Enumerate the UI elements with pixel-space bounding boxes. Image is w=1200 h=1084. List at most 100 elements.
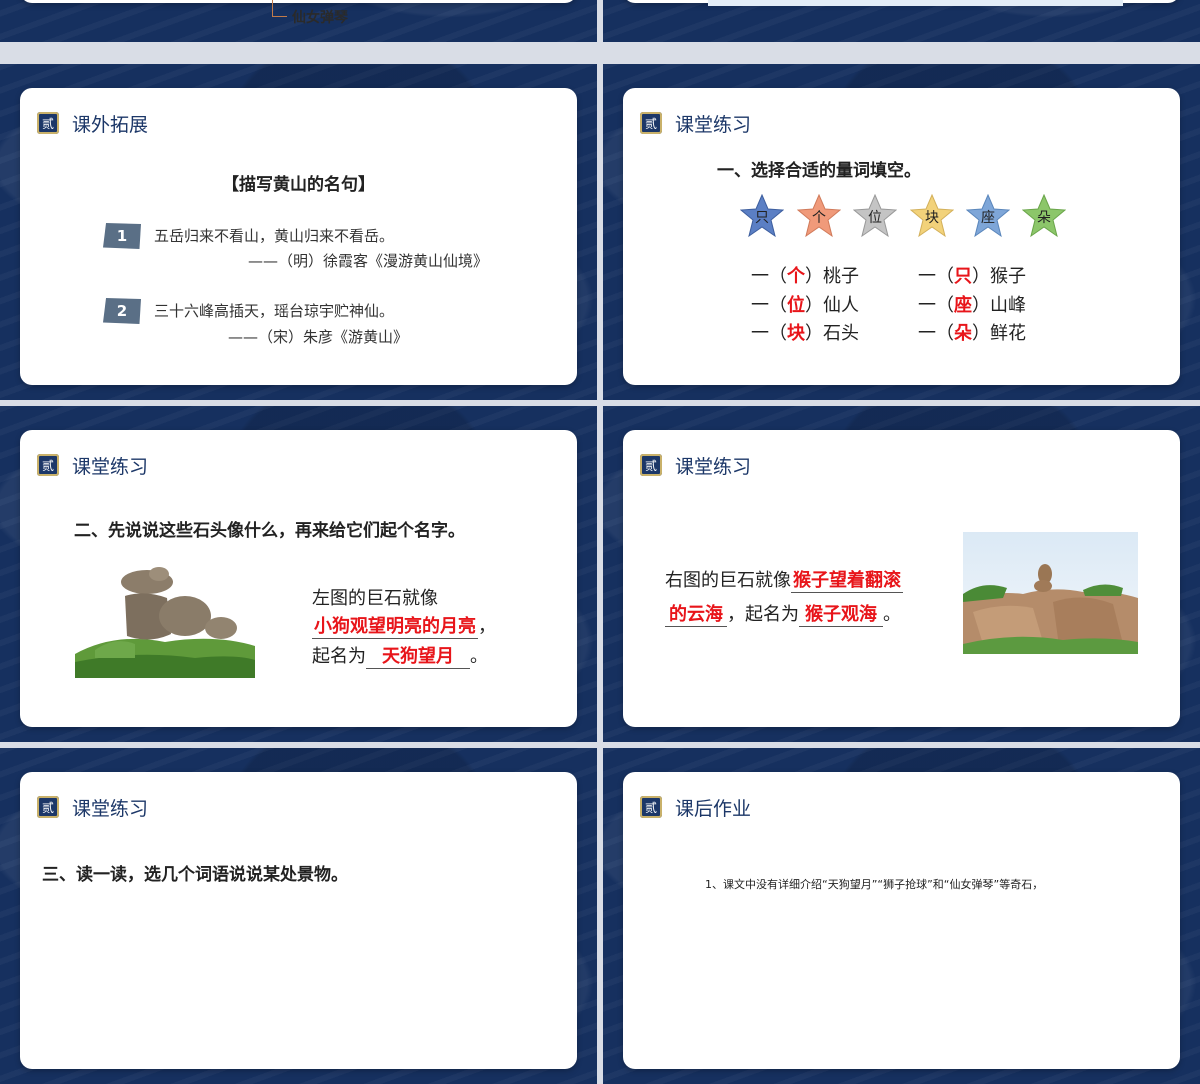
slide-header: 贰 课外拓展 bbox=[37, 110, 148, 136]
answer-row-3b: 一（朵）鲜花 bbox=[918, 319, 1026, 345]
punctuation: 。 bbox=[883, 604, 901, 625]
row-prefix: 一（ bbox=[751, 295, 787, 316]
answer-row-2b: 一（座）山峰 bbox=[918, 291, 1026, 317]
exercise-question: 一、选择合适的量词填空。 bbox=[717, 161, 921, 181]
slide-thumb-6[interactable]: 贰 课堂练习 右图的巨石就像 猴子望着翻滚 的云海 ，起名为 猴子观海。 bbox=[603, 406, 1200, 742]
answer-line-1: 小狗观望明亮的月亮， bbox=[312, 612, 496, 639]
slide-title: 课堂练习 bbox=[675, 455, 752, 478]
answer-word: 座 bbox=[954, 295, 972, 316]
slide-thumb-4[interactable]: 贰 课堂练习 一、选择合适的量词填空。 只 个 位 块 座 朵 一（个）桃子 一… bbox=[603, 64, 1200, 400]
answer-row-2: 一（位）仙人 bbox=[751, 291, 859, 317]
name-label: 起名为 bbox=[312, 646, 366, 667]
light-panel bbox=[708, 0, 1123, 6]
star-measure-word-2: 个 bbox=[797, 194, 841, 238]
row-noun: ）鲜花 bbox=[972, 323, 1026, 344]
answer-blank: 天狗望月 bbox=[366, 642, 470, 669]
star-measure-word-3: 位 bbox=[853, 194, 897, 238]
slide-thumb-5[interactable]: 贰 课堂练习 二、先说说这些石头像什么，再来给它们起个名字。 左图的巨石就像 小… bbox=[0, 406, 597, 742]
star-char: 块 bbox=[925, 210, 939, 226]
answer-word: 块 bbox=[787, 323, 805, 344]
section-badge: 贰 bbox=[640, 112, 662, 134]
answer-blank: 猴子望着翻滚 bbox=[791, 566, 903, 593]
quote-line-1: 五岳归来不看山，黄山归来不看岳。 bbox=[154, 227, 395, 245]
description-line-2: 的云海 ，起名为 猴子观海。 bbox=[665, 600, 901, 627]
slide-title: 课堂练习 bbox=[72, 455, 149, 478]
quote-line-2: 三十六峰高插天，瑶台琼宇贮神仙。 bbox=[154, 302, 395, 320]
answer-blank: 的云海 bbox=[665, 600, 727, 627]
description-text: 右图的巨石就像 bbox=[665, 570, 791, 591]
slide-header: 贰 课堂练习 bbox=[37, 794, 148, 820]
section-badge: 贰 bbox=[37, 454, 59, 476]
slide-title: 课堂练习 bbox=[72, 797, 149, 820]
answer-word: 朵 bbox=[954, 323, 972, 344]
slide-5-card: 贰 课堂练习 二、先说说这些石头像什么，再来给它们起个名字。 左图的巨石就像 小… bbox=[20, 430, 577, 727]
star-measure-word-5: 座 bbox=[966, 194, 1010, 238]
star-char: 朵 bbox=[1037, 210, 1051, 226]
section-badge: 贰 bbox=[37, 796, 59, 818]
slide-title: 课后作业 bbox=[675, 797, 752, 820]
exercise-question: 三、读一读，选几个词语说说某处景物。 bbox=[42, 865, 348, 885]
punctuation: ， bbox=[478, 616, 496, 637]
answer-blank: 猴子观海 bbox=[799, 600, 883, 627]
star-char: 座 bbox=[981, 210, 995, 226]
slide-thumb-8[interactable]: 贰 课后作业 1、课文中没有详细介绍“天狗望月”“狮子抢球”和“仙女弹琴”等奇石… bbox=[603, 748, 1200, 1084]
slide-thumb-3[interactable]: 贰 课外拓展 【描写黄山的名句】 1 五岳归来不看山，黄山归来不看岳。 ——（明… bbox=[0, 64, 597, 400]
slide-header: 贰 课后作业 bbox=[640, 794, 751, 820]
slide-7-card: 贰 课堂练习 三、读一读，选几个词语说说某处景物。 bbox=[20, 772, 577, 1069]
slide-thumb-2[interactable] bbox=[603, 0, 1200, 42]
star-measure-word-1: 只 bbox=[740, 194, 784, 238]
slide-title: 课外拓展 bbox=[72, 113, 149, 136]
star-measure-word-4: 块 bbox=[910, 194, 954, 238]
description-text-1: 左图的巨石就像 bbox=[312, 588, 438, 609]
exercise-question: 二、先说说这些石头像什么，再来给它们起个名字。 bbox=[74, 521, 465, 541]
star-char: 位 bbox=[868, 210, 882, 226]
slide-1-card: 仙女弹琴 bbox=[20, 0, 577, 26]
section-badge: 贰 bbox=[37, 112, 59, 134]
slide-thumb-1[interactable]: 仙女弹琴 bbox=[0, 0, 597, 42]
rock-photo-dog bbox=[75, 554, 255, 678]
homework-text: 1、课文中没有详细介绍“天狗望月”“狮子抢球”和“仙女弹琴”等奇石， bbox=[705, 878, 1044, 891]
answer-blank: 小狗观望明亮的月亮 bbox=[312, 612, 478, 639]
row-noun: ）仙人 bbox=[805, 295, 859, 316]
row-noun: ）山峰 bbox=[972, 295, 1026, 316]
slide-header: 贰 课堂练习 bbox=[640, 452, 751, 478]
description-line-1: 右图的巨石就像 猴子望着翻滚 bbox=[665, 566, 903, 593]
quote-number-2: 2 bbox=[103, 298, 141, 324]
tree-connector bbox=[272, 0, 287, 17]
punctuation: 。 bbox=[470, 646, 488, 667]
section-badge: 贰 bbox=[640, 454, 662, 476]
slide-2-card bbox=[623, 0, 1180, 6]
tree-item: 仙女弹琴 bbox=[292, 10, 348, 26]
answer-word: 个 bbox=[787, 266, 805, 287]
row-prefix: 一（ bbox=[918, 295, 954, 316]
slide-4-card: 贰 课堂练习 一、选择合适的量词填空。 只 个 位 块 座 朵 一（个）桃子 一… bbox=[623, 88, 1180, 385]
quote-number-1: 1 bbox=[103, 223, 141, 249]
answer-word: 只 bbox=[954, 266, 972, 287]
slide-3-card: 贰 课外拓展 【描写黄山的名句】 1 五岳归来不看山，黄山归来不看岳。 ——（明… bbox=[20, 88, 577, 385]
answer-row-1b: 一（只）猴子 bbox=[918, 262, 1026, 288]
section-badge: 贰 bbox=[640, 796, 662, 818]
slide-header: 贰 课堂练习 bbox=[37, 452, 148, 478]
rock-photo-monkey bbox=[963, 532, 1138, 654]
answer-row-1: 一（个）桃子 bbox=[751, 262, 859, 288]
slide-header: 贰 课堂练习 bbox=[640, 110, 751, 136]
star-char: 个 bbox=[812, 210, 826, 226]
star-measure-word-6: 朵 bbox=[1022, 194, 1066, 238]
quote-heading: 【描写黄山的名句】 bbox=[222, 175, 375, 195]
quote-source-1: ——（明）徐霞客《漫游黄山仙境》 bbox=[248, 252, 489, 270]
slide-6-card: 贰 课堂练习 右图的巨石就像 猴子望着翻滚 的云海 ，起名为 猴子观海。 bbox=[623, 430, 1180, 727]
slide-thumb-7[interactable]: 贰 课堂练习 三、读一读，选几个词语说说某处景物。 bbox=[0, 748, 597, 1084]
row-noun: ）桃子 bbox=[805, 266, 859, 287]
row-prefix: 一（ bbox=[751, 266, 787, 287]
row-prefix: 一（ bbox=[918, 323, 954, 344]
row-noun: ）石头 bbox=[805, 323, 859, 344]
row-noun: ）猴子 bbox=[972, 266, 1026, 287]
answer-line-2: 起名为 天狗望月。 bbox=[312, 642, 488, 669]
row-prefix: 一（ bbox=[751, 323, 787, 344]
slide-8-card: 贰 课后作业 1、课文中没有详细介绍“天狗望月”“狮子抢球”和“仙女弹琴”等奇石… bbox=[623, 772, 1180, 1069]
star-char: 只 bbox=[755, 210, 769, 226]
name-label: ，起名为 bbox=[727, 604, 799, 625]
answer-word: 位 bbox=[787, 295, 805, 316]
quote-source-2: ——（宋）朱彦《游黄山》 bbox=[228, 328, 409, 346]
row-prefix: 一（ bbox=[918, 266, 954, 287]
